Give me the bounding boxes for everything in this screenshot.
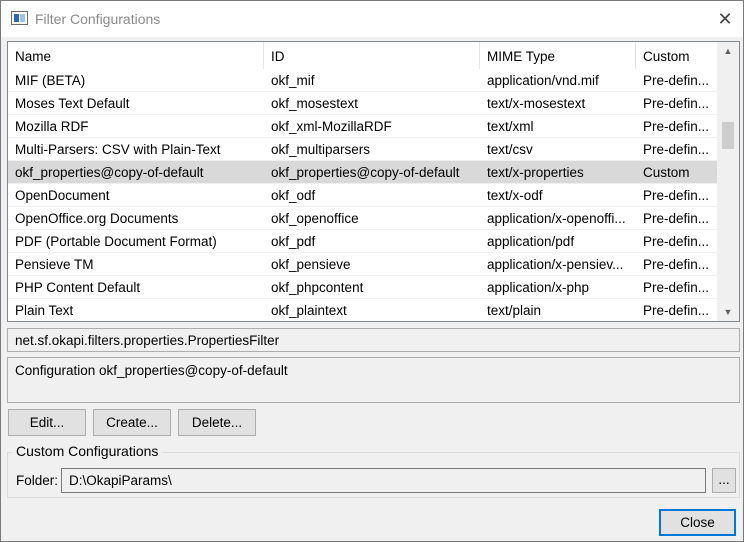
- scrollbar-thumb[interactable]: [722, 122, 734, 149]
- cell-name: OpenOffice.org Documents: [15, 211, 179, 226]
- cell-custom: Pre-defin...: [643, 119, 710, 134]
- cell-custom: Pre-defin...: [643, 142, 710, 157]
- cell-custom: Pre-defin...: [643, 211, 710, 226]
- scroll-down-icon[interactable]: ▼: [717, 303, 739, 321]
- cell-id: okf_openoffice: [271, 211, 359, 226]
- cell-custom: Pre-defin...: [643, 257, 710, 272]
- cell-id: okf_phpcontent: [271, 280, 364, 295]
- cell-id: okf_plaintext: [271, 303, 347, 318]
- cell-mime-type: application/pdf: [487, 234, 575, 249]
- cell-mime-type: text/x-mosestext: [487, 96, 586, 111]
- title-bar: Filter Configurations ✕: [1, 1, 743, 37]
- cell-custom: Pre-defin...: [643, 96, 710, 111]
- cell-mime-type: application/x-php: [487, 280, 590, 295]
- column-header-mime-type[interactable]: MIME Type: [480, 42, 636, 69]
- cell-name: Multi-Parsers: CSV with Plain-Text: [15, 142, 221, 157]
- table-row[interactable]: Mozilla RDF okf_xml-MozillaRDF text/xml Pre…: [8, 115, 717, 138]
- cell-mime-type: text/xml: [487, 119, 534, 134]
- folder-field[interactable]: D:\OkapiParams\: [61, 468, 706, 493]
- custom-configurations-label: Custom Configurations: [12, 443, 163, 459]
- cell-custom: Pre-defin...: [643, 73, 710, 88]
- configuration-description: Configuration okf_properties@copy-of-def…: [7, 357, 740, 403]
- app-icon: [11, 11, 28, 25]
- table-header: Name ID MIME Type Custom: [8, 42, 717, 69]
- cell-custom: Pre-defin...: [643, 234, 710, 249]
- folder-label: Folder:: [16, 473, 59, 488]
- cell-custom: Pre-defin...: [643, 188, 710, 203]
- cell-mime-type: text/csv: [487, 142, 533, 157]
- cell-custom: Pre-defin...: [643, 280, 710, 295]
- close-window-icon[interactable]: ✕: [711, 7, 739, 31]
- cell-id: okf_pdf: [271, 234, 316, 249]
- cell-name: OpenDocument: [15, 188, 110, 203]
- cell-custom: Custom: [643, 165, 690, 180]
- window-title: Filter Configurations: [35, 11, 161, 27]
- cell-id: okf_multiparsers: [271, 142, 371, 157]
- cell-name: Pensieve TM: [15, 257, 94, 272]
- cell-mime-type: application/x-openoffi...: [487, 211, 626, 226]
- column-header-name[interactable]: Name: [8, 42, 264, 69]
- delete-button[interactable]: Delete...: [178, 409, 256, 436]
- vertical-scrollbar[interactable]: ▲ ▼: [717, 42, 739, 321]
- scroll-up-icon[interactable]: ▲: [717, 42, 739, 60]
- table-row[interactable]: OpenDocument okf_odf text/x-odf Pre-defin..…: [8, 184, 717, 207]
- cell-id: okf_mif: [271, 73, 315, 88]
- table-row[interactable]: Plain Text okf_plaintext text/plain Pre-def…: [8, 299, 717, 321]
- table-row[interactable]: Multi-Parsers: CSV with Plain-Text okf_mu…: [8, 138, 717, 161]
- cell-mime-type: text/plain: [487, 303, 542, 318]
- table-row[interactable]: OpenOffice.org Documents okf_openoffice ap…: [8, 207, 717, 230]
- filter-configurations-table[interactable]: Name ID MIME Type Custom MIF (BETA) okf_m…: [7, 41, 740, 322]
- cell-name: PHP Content Default: [15, 280, 141, 295]
- cell-name: Moses Text Default: [15, 96, 130, 111]
- custom-configurations-group: Custom Configurations Folder: D:\OkapiPa…: [7, 443, 740, 498]
- browse-folder-button[interactable]: ...: [712, 468, 736, 493]
- filter-configurations-window: Filter Configurations ✕ Name ID MIME Typ…: [0, 0, 744, 542]
- cell-id: okf_xml-MozillaRDF: [271, 119, 392, 134]
- cell-id: okf_pensieve: [271, 257, 351, 272]
- create-button[interactable]: Create...: [93, 409, 171, 436]
- cell-id: okf_odf: [271, 188, 316, 203]
- cell-mime-type: text/x-properties: [487, 165, 584, 180]
- cell-mime-type: application/x-pensiev...: [487, 257, 624, 272]
- table-row[interactable]: Moses Text Default okf_mosestext text/x-mo…: [8, 92, 717, 115]
- cell-id: okf_mosestext: [271, 96, 359, 111]
- cell-custom: Pre-defin...: [643, 303, 710, 318]
- edit-button[interactable]: Edit...: [8, 409, 86, 436]
- table-row[interactable]: okf_properties@copy-of-default okf_proper…: [8, 161, 717, 184]
- column-header-custom[interactable]: Custom: [636, 42, 717, 69]
- cell-name: MIF (BETA): [15, 73, 86, 88]
- table-row[interactable]: Pensieve TM okf_pensieve application/x-pen…: [8, 253, 717, 276]
- table-row[interactable]: PDF (Portable Document Format) okf_pdf app…: [8, 230, 717, 253]
- cell-mime-type: application/vnd.mif: [487, 73, 599, 88]
- cell-name: Plain Text: [15, 303, 74, 318]
- cell-mime-type: text/x-odf: [487, 188, 543, 203]
- close-button[interactable]: Close: [659, 509, 736, 536]
- table-row[interactable]: PHP Content Default okf_phpcontent applica…: [8, 276, 717, 299]
- table-row[interactable]: MIF (BETA) okf_mif application/vnd.mif Pre-…: [8, 69, 717, 92]
- cell-id: okf_properties@copy-of-default: [271, 165, 460, 180]
- cell-name: okf_properties@copy-of-default: [15, 165, 204, 180]
- cell-name: Mozilla RDF: [15, 119, 89, 134]
- filter-class-field: net.sf.okapi.filters.properties.Properti…: [7, 328, 740, 352]
- cell-name: PDF (Portable Document Format): [15, 234, 217, 249]
- column-header-id[interactable]: ID: [264, 42, 480, 69]
